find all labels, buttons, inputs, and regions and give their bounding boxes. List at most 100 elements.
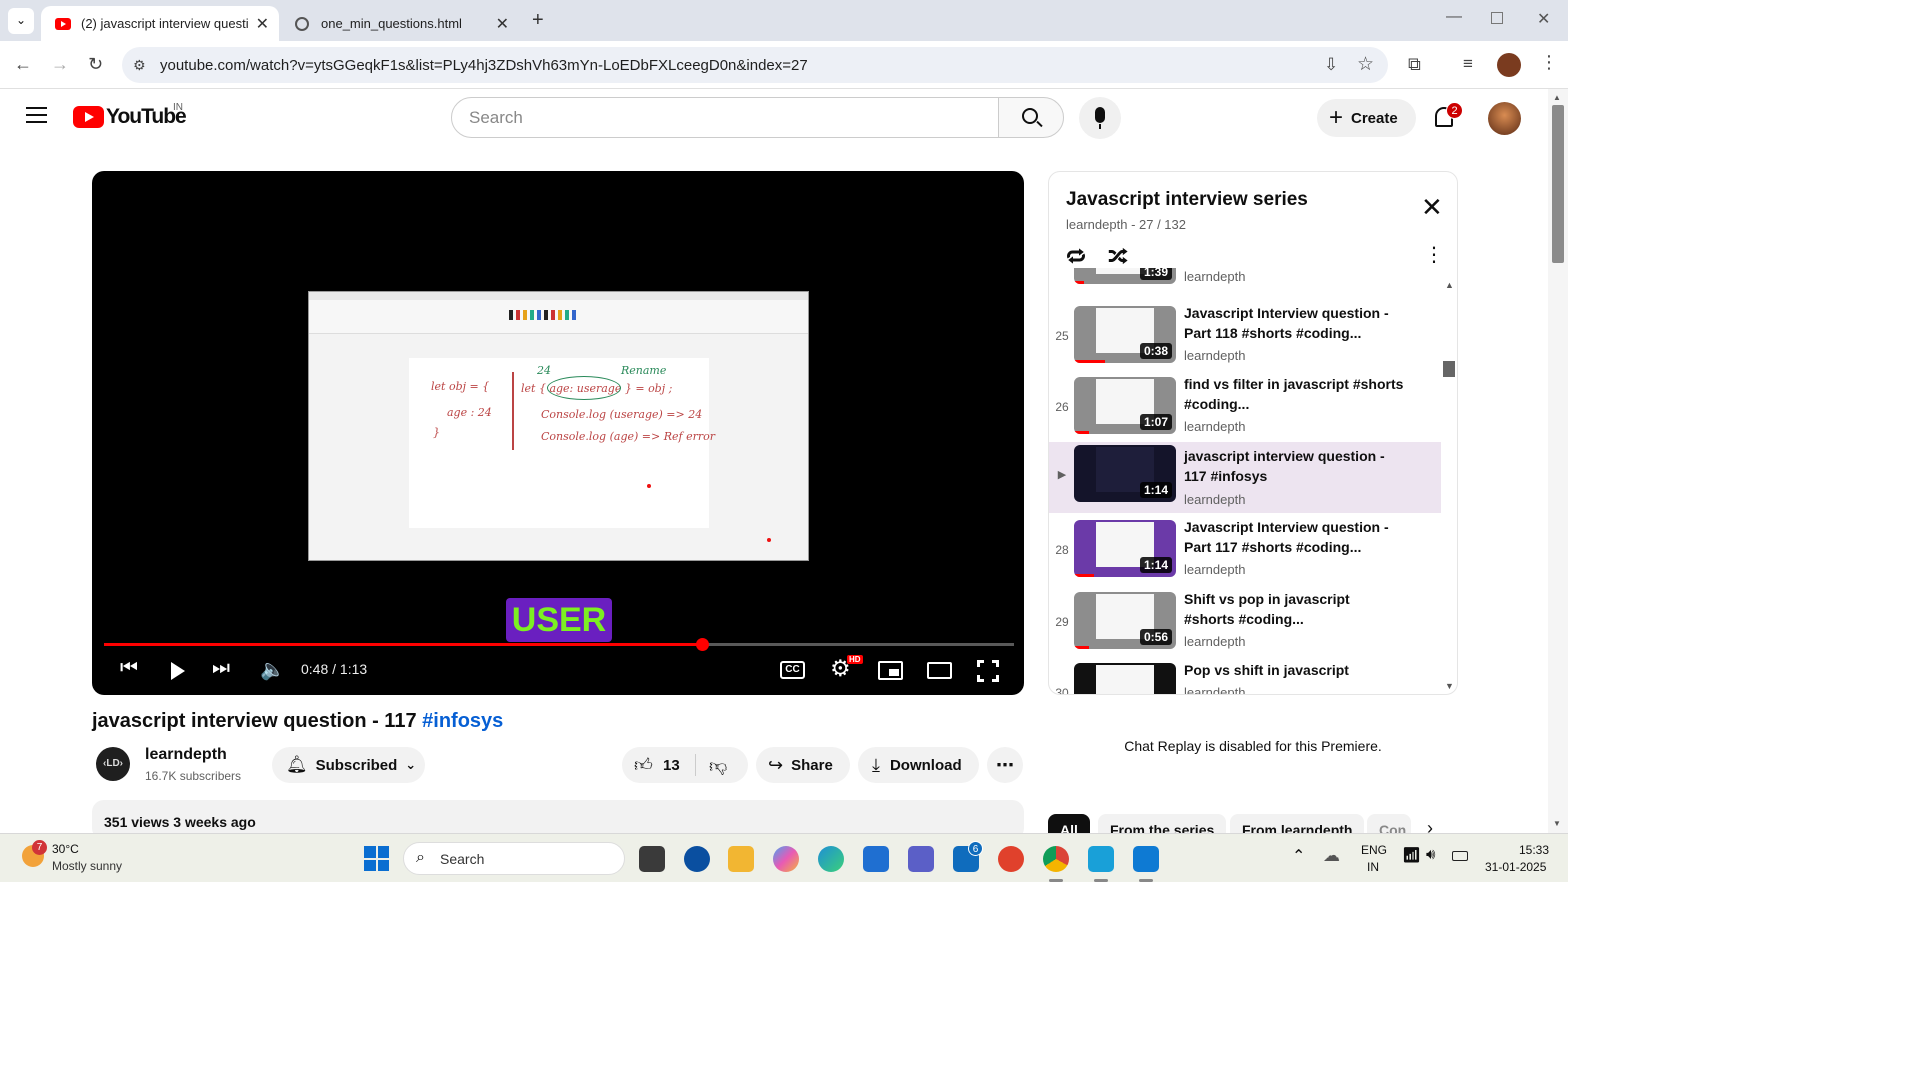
restore-icon[interactable] [1491,12,1503,24]
browser-menu-icon[interactable]: ⋮ [1540,52,1558,73]
minimize-icon[interactable]: — [1446,8,1462,26]
create-button[interactable]: + Create [1317,99,1416,137]
list-item[interactable]: 28 1:14 Javascript Interview question - … [1049,517,1441,588]
video-thumbnail: 1:14 [1074,445,1176,502]
playlist-title[interactable]: Javascript interview series [1066,189,1308,211]
close-tab-icon[interactable]: ✕ [256,14,269,34]
youtube-logo-icon[interactable] [73,106,104,128]
wifi-icon[interactable]: 📶︎ [1402,846,1421,864]
overlay-user-badge: USER [506,598,612,642]
task-view-icon[interactable] [639,846,665,872]
back-icon[interactable]: ← [14,54,32,75]
tab-one-min-questions[interactable]: one_min_questions.html ✕ [281,6,519,41]
url-text[interactable]: youtube.com/watch?v=ytsGGeqkF1s&list=PLy… [160,57,808,74]
fullscreen-icon[interactable] [977,660,999,682]
hashtag-link[interactable]: #infosys [422,710,503,732]
playlist-owner[interactable]: learndepth [1066,217,1127,232]
chrome-icon[interactable] [1043,846,1069,872]
video-player[interactable]: let obj = { age : 24 } let { age: userag… [92,171,1024,695]
seek-bar[interactable] [104,638,1014,651]
account-avatar[interactable] [1488,102,1521,135]
shuffle-icon[interactable]: 🔀︎ [1108,242,1128,271]
volume-icon[interactable]: 🔈 [260,657,285,682]
search-button[interactable] [998,97,1064,138]
scroll-down-icon[interactable]: ▼ [1445,681,1454,691]
speaker-icon[interactable]: 🔊︎ [1426,846,1435,863]
copilot-icon[interactable] [773,846,799,872]
more-actions-icon[interactable]: ⋯ [987,747,1023,783]
extensions-icon[interactable]: ⧉ [1408,54,1421,75]
channel-avatar[interactable]: ‹LD› [96,747,130,781]
weather-desc[interactable]: Mostly sunny [52,859,122,873]
loop-icon[interactable]: 🔁︎ [1066,242,1086,271]
media-control-icon[interactable]: ≡ [1463,54,1473,74]
weather-temp[interactable]: 30°C [52,842,79,856]
scroll-up-icon[interactable]: ▲ [1445,280,1454,290]
reload-icon[interactable]: ↻ [88,54,103,75]
vscode-icon[interactable] [1133,846,1159,872]
channel-name[interactable]: learndepth [145,746,227,764]
wps-office-icon[interactable] [998,846,1024,872]
guide-menu-icon[interactable] [26,107,47,123]
dell-icon[interactable] [684,846,710,872]
page-scrollbar[interactable]: ▲ ▼ [1548,89,1568,833]
like-count[interactable]: 13 [663,757,680,774]
windows-start-icon[interactable] [364,846,389,871]
item-title: Javascript Interview question - Part 117… [1184,519,1389,555]
close-tab-icon[interactable]: ✕ [496,14,509,34]
share-button[interactable]: ↪ Share [756,747,850,783]
subscribed-button[interactable]: 🔔︎ Subscribed ⌄ [272,747,425,783]
play-icon[interactable] [171,662,185,680]
onedrive-cloud-icon[interactable]: ☁ [1323,846,1340,866]
tab-search-chevron-icon[interactable]: ⌄ [8,8,34,34]
close-playlist-icon[interactable]: ✕ [1421,194,1443,220]
taskbar-search-label: Search [440,851,485,867]
scroll-down-icon[interactable]: ▼ [1553,819,1561,828]
forward-icon[interactable]: → [51,54,69,75]
clock-date[interactable]: 31-01-2025 [1485,860,1546,874]
show-hidden-icons-chevron-icon[interactable]: ⌃ [1292,846,1305,866]
captions-icon[interactable]: CC [780,661,805,679]
dislike-icon[interactable]: 👎︎ [709,755,727,777]
theater-mode-icon[interactable] [927,662,952,679]
list-item[interactable]: 1:39 learndepth [1049,268,1441,295]
voice-search-button[interactable] [1079,97,1121,139]
item-index: 28 [1055,543,1069,557]
playlist-scrollbar-thumb[interactable] [1443,361,1455,377]
clock-time[interactable]: 15:33 [1519,843,1549,857]
tab-youtube[interactable]: (2) javascript interview question ✕ [41,6,279,41]
address-bar[interactable]: ⚙ youtube.com/watch?v=ytsGGeqkF1s&list=P… [122,47,1388,83]
chat-replay-notice: Chat Replay is disabled for this Premier… [1124,738,1382,754]
taskbar-search-box[interactable]: ⌕ Search [403,842,625,875]
new-tab-icon[interactable]: + [532,9,544,32]
file-explorer-icon[interactable] [728,846,754,872]
list-item[interactable]: 30 Pop vs shift in javascript learndepth [1049,660,1441,694]
battery-icon[interactable] [1452,851,1468,861]
miniplayer-icon[interactable] [878,661,903,680]
next-icon[interactable]: ⏭ [212,657,230,680]
edge-icon[interactable] [818,846,844,872]
profile-avatar[interactable] [1497,53,1521,77]
language-top[interactable]: ENG [1361,843,1387,857]
previous-icon[interactable]: ⏮ [120,657,138,680]
like-icon[interactable]: 👍︎ [634,754,653,776]
bookmark-star-icon[interactable]: ☆ [1357,53,1374,76]
seek-handle[interactable] [695,638,709,651]
teams-icon[interactable] [908,846,934,872]
item-index: 29 [1055,615,1069,629]
download-button[interactable]: ⤓ Download [858,747,979,783]
language-bottom[interactable]: IN [1367,860,1379,874]
playlist-menu-icon[interactable]: ⋮ [1424,242,1444,267]
page-scrollbar-thumb[interactable] [1552,105,1564,263]
scroll-up-icon[interactable]: ▲ [1553,93,1561,102]
search-input[interactable]: Search [451,97,999,138]
list-item-current[interactable]: ▶ 1:14 javascript interview question - 1… [1049,442,1441,513]
notepad-icon[interactable] [1088,846,1114,872]
close-window-icon[interactable]: ✕ [1537,9,1550,29]
list-item[interactable]: 25 0:38 Javascript Interview question - … [1049,303,1441,374]
install-app-icon[interactable]: ⇩ [1324,55,1338,75]
store-icon[interactable] [863,846,889,872]
list-item[interactable]: 26 1:07 find vs filter in javascript #sh… [1049,374,1441,445]
list-item[interactable]: 29 0:56 Shift vs pop in javascript #shor… [1049,589,1441,660]
site-info-icon[interactable]: ⚙ [133,57,146,74]
